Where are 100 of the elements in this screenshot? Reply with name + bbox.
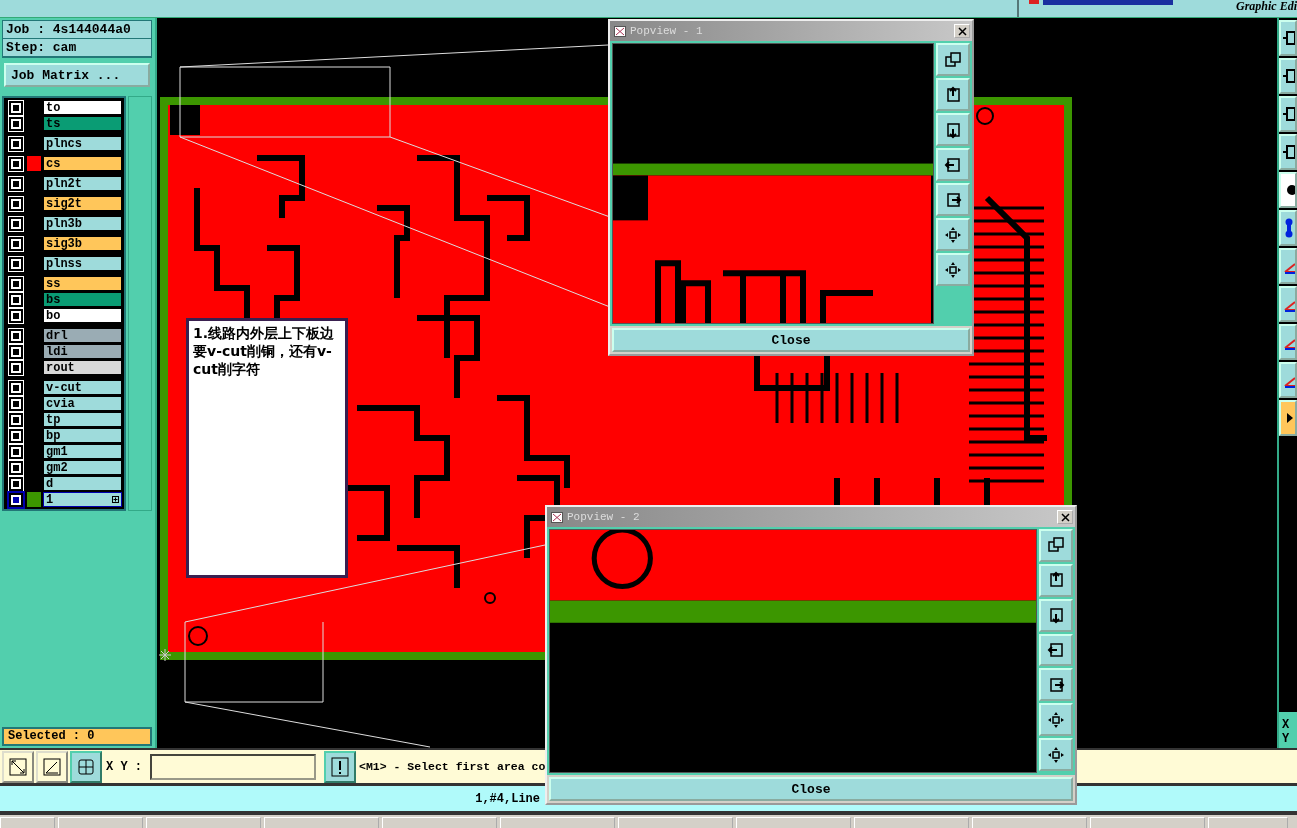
view-tool-button[interactable] xyxy=(1039,668,1073,702)
layer-checkbox[interactable] xyxy=(11,382,21,393)
job-name: Job : 4s144044a0 xyxy=(3,21,151,39)
layer-checkbox[interactable] xyxy=(11,178,21,189)
view-tool-button[interactable] xyxy=(1039,703,1073,737)
layer-checkbox[interactable] xyxy=(11,158,21,169)
xy-input-field[interactable] xyxy=(150,753,316,780)
layer-checkbox[interactable] xyxy=(11,278,21,289)
view-tool-button[interactable] xyxy=(1039,598,1073,632)
four-arrows-icon xyxy=(944,225,962,244)
diagonal-arrow-icon xyxy=(9,757,27,776)
layer-checkbox[interactable] xyxy=(11,346,21,357)
layer-checkbox[interactable] xyxy=(11,398,21,409)
toolbar-button[interactable] xyxy=(1279,324,1297,360)
view-tool-button[interactable] xyxy=(936,148,970,181)
layer-name[interactable]: v-cut xyxy=(43,380,122,395)
view-tool-button[interactable] xyxy=(936,43,970,76)
layer-name[interactable]: pln2t xyxy=(43,176,122,191)
four-arrows-icon xyxy=(944,260,962,279)
toolbar-button[interactable] xyxy=(1279,362,1297,398)
layer-checkbox[interactable] xyxy=(11,362,21,373)
layer-checkbox[interactable] xyxy=(11,462,21,473)
tool-button[interactable] xyxy=(36,750,68,783)
layer-checkbox[interactable] xyxy=(11,118,21,129)
layer-name[interactable]: plnss xyxy=(43,256,122,271)
window-icon xyxy=(551,511,563,523)
layer-checkbox[interactable] xyxy=(11,294,21,305)
layer-checkbox[interactable] xyxy=(11,310,21,321)
layer-checkbox[interactable] xyxy=(11,414,21,425)
window-title: Popview - 1 xyxy=(630,25,704,37)
layer-name[interactable]: bo xyxy=(43,308,122,323)
four-arrows-icon xyxy=(1047,710,1065,729)
layer-name[interactable]: d xyxy=(43,476,122,491)
expand-icon xyxy=(112,496,119,503)
toolbar-button[interactable] xyxy=(1279,248,1297,284)
toolbar-button[interactable] xyxy=(1279,96,1297,132)
frame-arrow-icon xyxy=(1283,28,1295,48)
annotation-note: 1.线路内外层上下板边要v-cut削铜，还有v-cut削字符 xyxy=(186,318,348,578)
step-name: Step: cam xyxy=(3,39,151,57)
layer-name[interactable]: pln3b xyxy=(43,216,122,231)
close-button[interactable]: Close xyxy=(612,328,970,352)
layer-checkbox[interactable] xyxy=(11,102,21,113)
layer-name[interactable]: to xyxy=(43,100,122,115)
close-button[interactable]: Close xyxy=(549,777,1073,801)
view-tool-button[interactable] xyxy=(936,218,970,251)
view-tool-button[interactable] xyxy=(1039,563,1073,597)
layer-name[interactable]: bs xyxy=(43,292,122,307)
angle-measure-icon xyxy=(43,757,61,776)
layer-name[interactable]: tp xyxy=(43,412,122,427)
frame-arrow-icon xyxy=(1283,142,1295,162)
tool-button[interactable] xyxy=(2,750,34,783)
toolbar-button[interactable] xyxy=(1279,134,1297,170)
layer-name[interactable]: plncs xyxy=(43,136,122,151)
alert-button[interactable] xyxy=(324,750,356,783)
windows-icon xyxy=(944,50,962,69)
view-tool-button[interactable] xyxy=(936,183,970,216)
view-tool-button[interactable] xyxy=(936,253,970,286)
layer-checkbox[interactable] xyxy=(11,218,21,229)
layer-name[interactable]: sig2t xyxy=(43,196,122,211)
window-title: Popview - 2 xyxy=(567,511,641,523)
layer-scrollbar[interactable] xyxy=(128,96,152,511)
layer-checkbox[interactable] xyxy=(11,446,21,457)
view-tool-button[interactable] xyxy=(1039,738,1073,771)
command-prompt: <M1> - Select first area co xyxy=(359,760,546,773)
layer-name[interactable]: cs xyxy=(43,156,122,171)
job-matrix-button[interactable]: Job Matrix ... xyxy=(4,63,150,87)
view-tool-button[interactable] xyxy=(1039,633,1073,667)
view-tool-button[interactable] xyxy=(936,78,970,111)
toolbar-button[interactable] xyxy=(1279,210,1297,246)
layer-checkbox[interactable] xyxy=(11,138,21,149)
layer-name[interactable]: drl xyxy=(43,328,122,343)
toolbar-button[interactable] xyxy=(1279,172,1297,208)
toolbar-button[interactable] xyxy=(1279,400,1297,436)
layer-name[interactable]: rout xyxy=(43,360,122,375)
tool-button[interactable] xyxy=(70,750,102,783)
app-subtitle: Graphic Edi xyxy=(1236,0,1297,12)
pad-link-icon xyxy=(1283,218,1295,238)
toolbar-button[interactable] xyxy=(1279,58,1297,94)
layer-checkbox[interactable] xyxy=(11,238,21,249)
axis-label: X xyxy=(1282,718,1291,732)
layer-name[interactable]: ldi xyxy=(43,344,122,359)
toolbar-button[interactable] xyxy=(1279,286,1297,322)
close-icon[interactable] xyxy=(954,24,970,38)
layer-name[interactable]: 1 xyxy=(43,492,122,507)
layer-name[interactable]: bp xyxy=(43,428,122,443)
layer-checkbox[interactable] xyxy=(11,258,21,269)
layer-name[interactable]: cvia xyxy=(43,396,122,411)
layer-name[interactable]: sig3b xyxy=(43,236,122,251)
view-tool-button[interactable] xyxy=(936,113,970,146)
layer-checkbox[interactable] xyxy=(11,330,21,341)
layer-name[interactable]: gm2 xyxy=(43,460,122,475)
layer-name[interactable]: ts xyxy=(43,116,122,131)
toolbar-button[interactable] xyxy=(1279,20,1297,56)
layer-checkbox[interactable] xyxy=(11,430,21,441)
close-icon[interactable] xyxy=(1057,510,1073,524)
layer-name[interactable]: gm1 xyxy=(43,444,122,459)
layer-checkbox[interactable] xyxy=(11,478,21,489)
layer-name[interactable]: ss xyxy=(43,276,122,291)
view-tool-button[interactable] xyxy=(1039,529,1073,562)
layer-checkbox[interactable] xyxy=(11,198,21,209)
